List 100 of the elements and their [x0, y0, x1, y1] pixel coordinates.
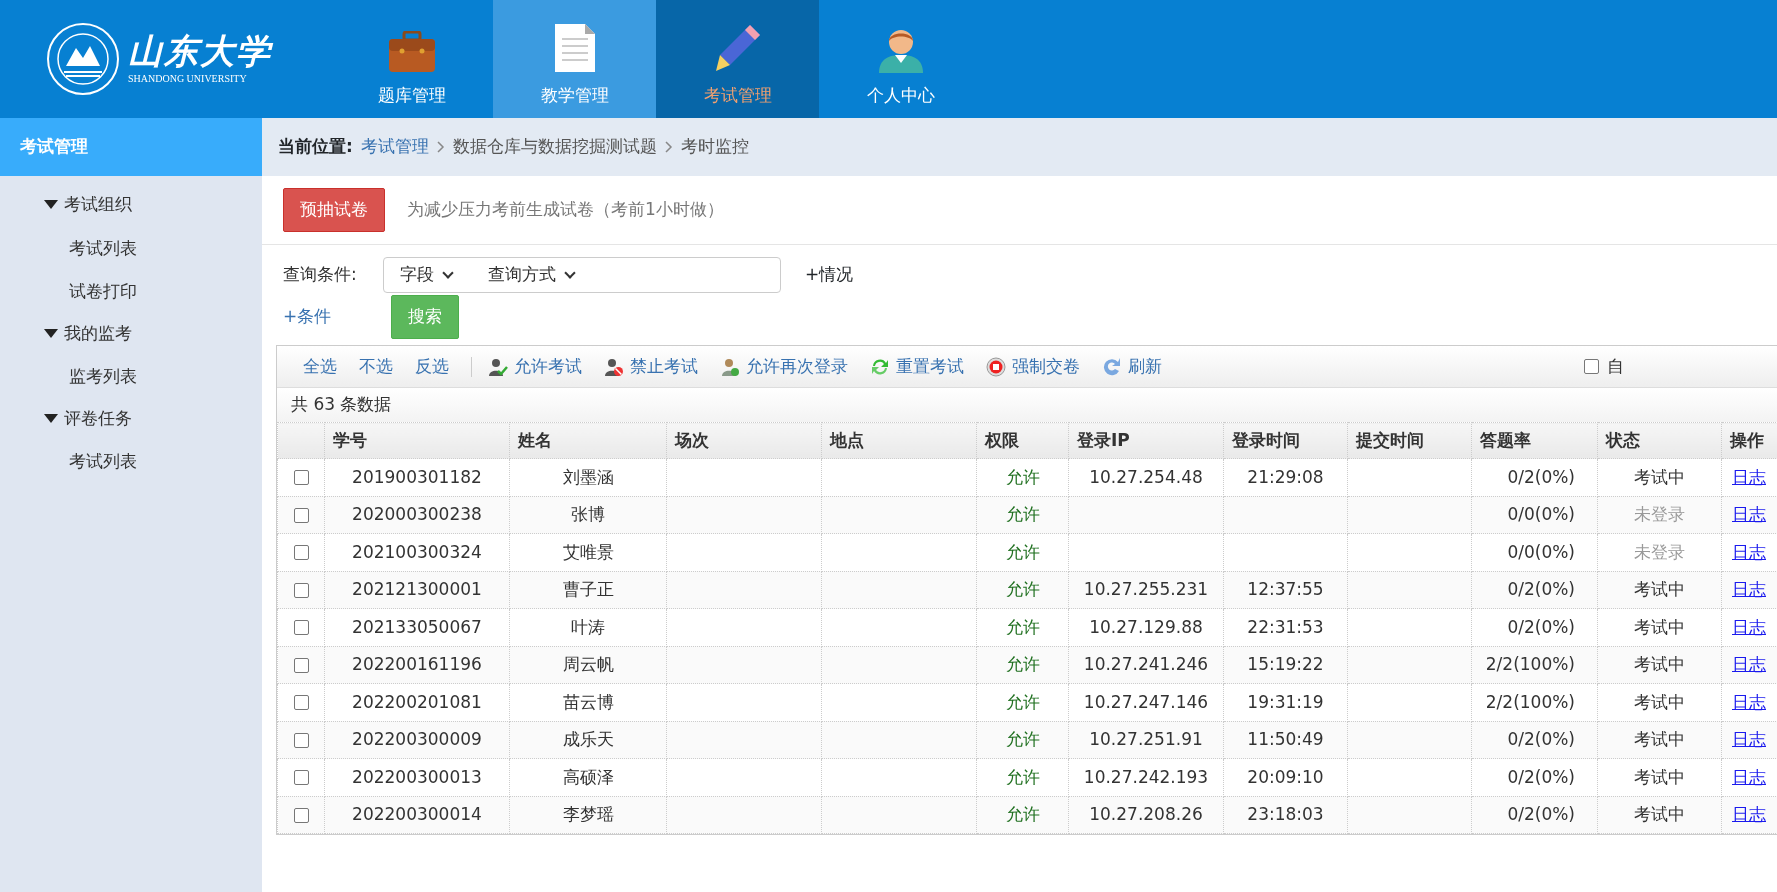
auto-refresh-checkbox[interactable]: 自 — [1584, 353, 1624, 380]
table-cell: 202200300009 — [352, 729, 482, 749]
permission-text: 允许 — [1005, 804, 1040, 824]
permission-text: 允许 — [1005, 766, 1040, 787]
permission-text: 允许 — [1005, 504, 1040, 524]
table-cell: 19:31:19 — [1247, 691, 1324, 712]
table-cell: 23:18:03 — [1247, 804, 1324, 824]
query-label: 查询条件: — [283, 263, 358, 287]
field-dropdown[interactable]: 字段 — [400, 262, 480, 288]
breadcrumb-item: 考时监控 — [680, 135, 749, 159]
answer-rate: 0/2(0%) — [1507, 616, 1575, 637]
table-cell: 21:29:08 — [1247, 466, 1324, 487]
stop-icon — [986, 356, 1006, 377]
table-cell: 刘墨涵 — [562, 466, 614, 487]
permission-text: 允许 — [1005, 654, 1040, 674]
sidebar-item[interactable]: 监考列表 — [69, 364, 137, 390]
table-cell: 201900301182 — [352, 466, 482, 487]
table-cell: 艾唯景 — [562, 541, 614, 562]
row-checkbox[interactable] — [293, 545, 309, 560]
user-icon — [720, 356, 740, 377]
table-cell: 202000300238 — [352, 504, 482, 524]
table-cell: 周云帆 — [562, 654, 614, 674]
answer-rate: 0/2(0%) — [1507, 466, 1575, 487]
caret-icon — [44, 328, 58, 338]
column-header: 提交时间 — [1347, 422, 1472, 459]
table-cell: 10.27.247.146 — [1083, 691, 1209, 712]
status-text: 考试中 — [1634, 579, 1685, 599]
select-link[interactable]: 不选 — [359, 353, 393, 380]
row-checkbox[interactable] — [293, 657, 309, 673]
row-checkbox[interactable] — [293, 807, 309, 823]
status-text: 考试中 — [1634, 616, 1685, 637]
sidebar-group[interactable]: 我的监考 — [44, 320, 132, 346]
table-cell: 202133050067 — [352, 616, 482, 637]
column-header: 登录时间 — [1223, 422, 1348, 459]
permission-text: 允许 — [1005, 541, 1040, 562]
university-name: 山东大学 — [128, 34, 272, 68]
sidebar-item[interactable]: 试卷打印 — [69, 279, 137, 305]
toolbar-button[interactable]: 允许再次登录 — [720, 353, 848, 380]
toolbar-button[interactable]: 重置考试 — [870, 353, 964, 380]
toolbar-button[interactable]: 禁止考试 — [604, 353, 698, 380]
nav-tab[interactable]: 个人中心 — [819, 0, 982, 118]
breadcrumb-label: 当前位置: — [278, 135, 353, 159]
pencil-icon — [713, 22, 762, 73]
pre-draw-button[interactable]: 预抽试卷 — [283, 188, 385, 232]
table-cell: 202200300013 — [352, 766, 482, 787]
row-checkbox[interactable] — [293, 582, 309, 598]
row-checkbox[interactable] — [293, 732, 309, 748]
toolbar-button[interactable]: 强制交卷 — [986, 353, 1080, 380]
record-count: 共 63 条数据 — [291, 393, 392, 417]
query-field[interactable]: 字段 查询方式 — [383, 257, 781, 293]
table-cell: 苗云博 — [562, 691, 614, 712]
table-cell: 10.27.255.231 — [1083, 579, 1209, 599]
user-check-icon — [488, 356, 508, 377]
select-link[interactable]: 反选 — [415, 353, 449, 380]
status-text: 考试中 — [1634, 729, 1685, 749]
toolbar-button[interactable]: 允许考试 — [488, 353, 582, 380]
table-cell: 张博 — [571, 504, 605, 524]
permission-text: 允许 — [1005, 466, 1040, 487]
caret-icon — [44, 413, 58, 423]
answer-rate: 0/2(0%) — [1507, 804, 1575, 824]
row-checkbox[interactable] — [293, 507, 309, 523]
row-checkbox[interactable] — [293, 620, 309, 635]
status-text: 考试中 — [1634, 654, 1685, 674]
nav-tab[interactable]: 题库管理 — [330, 0, 493, 118]
table-cell: 202121300001 — [352, 579, 482, 599]
column-header: 姓名 — [509, 422, 667, 459]
caret-icon — [44, 200, 58, 210]
status-text: 考试中 — [1634, 804, 1685, 824]
breadcrumb-link[interactable]: 考试管理 — [360, 134, 429, 160]
table-cell: 高硕泽 — [562, 766, 614, 787]
sidebar-item[interactable]: 考试列表 — [69, 449, 137, 475]
row-checkbox[interactable] — [293, 695, 309, 710]
table-cell: 202200161196 — [352, 654, 482, 674]
table-cell: 202200201081 — [352, 691, 482, 712]
chevron-icon — [664, 141, 673, 153]
chevron-icon — [436, 141, 445, 153]
university-emblem-icon — [46, 22, 120, 96]
permission-text: 允许 — [1005, 729, 1040, 749]
table-cell: 李梦瑶 — [562, 804, 614, 824]
select-link[interactable]: 全选 — [303, 353, 337, 380]
sidebar-group[interactable]: 考试组织 — [44, 192, 132, 218]
row-checkbox[interactable] — [293, 470, 309, 485]
table-cell: 叶涛 — [571, 616, 605, 637]
permission-text: 允许 — [1005, 691, 1040, 712]
status-text: 考试中 — [1634, 691, 1685, 712]
column-header: 地点 — [821, 422, 977, 459]
table-cell: 15:19:22 — [1247, 654, 1324, 674]
method-dropdown[interactable]: 查询方式 — [488, 262, 574, 288]
column-header: 操作 — [1721, 422, 1777, 459]
sidebar-item[interactable]: 考试列表 — [69, 235, 137, 261]
permission-text: 允许 — [1005, 579, 1040, 599]
table-cell: 成乐天 — [562, 729, 614, 749]
sidebar-group[interactable]: 评卷任务 — [44, 405, 132, 431]
user-blocked-icon — [604, 356, 624, 377]
add-status-link[interactable]: +情况 — [805, 262, 854, 288]
table-cell: 10.27.254.48 — [1089, 466, 1203, 487]
column-header: 权限 — [976, 422, 1069, 459]
row-checkbox[interactable] — [293, 770, 309, 785]
add-condition-link[interactable]: +条件 — [283, 304, 391, 330]
toolbar-button[interactable]: 刷新 — [1102, 353, 1162, 380]
